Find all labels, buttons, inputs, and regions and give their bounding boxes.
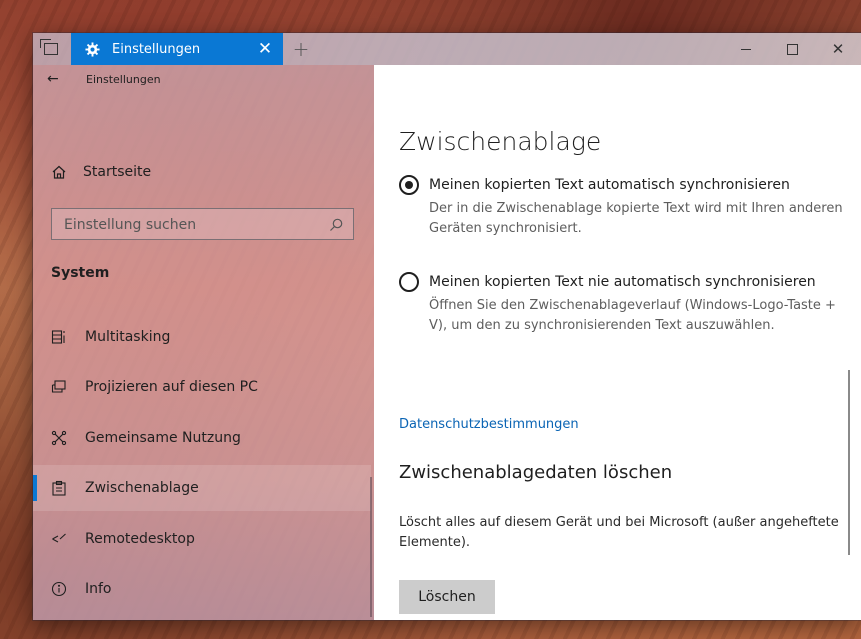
multitasking-icon xyxy=(50,328,68,346)
sidebar-item-clipboard[interactable]: Zwischenablage xyxy=(33,465,371,511)
sidebar: ← Einstellungen Startseite Sys xyxy=(33,65,374,620)
remote-desktop-icon xyxy=(50,530,68,548)
maximize-button[interactable] xyxy=(769,33,815,65)
clipboard-icon xyxy=(50,479,68,497)
radio-description: Der in die Zwischenablage kopierte Text … xyxy=(429,201,843,236)
sidebar-item-label: Projizieren auf diesen PC xyxy=(85,379,258,395)
sidebar-item-home[interactable]: Startseite xyxy=(33,159,374,185)
tab-title: Einstellungen xyxy=(112,41,201,57)
close-tab-button[interactable]: ✕ xyxy=(255,39,275,59)
back-arrow-icon[interactable]: ← xyxy=(47,71,61,87)
radio-description: Öffnen Sie den Zwischenablageverlauf (Wi… xyxy=(429,298,836,333)
window-title: Einstellungen xyxy=(86,72,161,86)
sidebar-item-multitasking[interactable]: Multitasking xyxy=(33,314,371,360)
project-icon xyxy=(50,378,68,396)
search-input[interactable] xyxy=(62,209,316,241)
task-view-button[interactable] xyxy=(33,33,69,65)
search-box xyxy=(51,208,354,241)
settings-window: Einstellungen ✕ + ✕ ← Einstellungen Star… xyxy=(33,33,861,620)
section-header: System xyxy=(51,265,110,281)
info-icon xyxy=(50,580,68,598)
close-icon: ✕ xyxy=(831,39,845,58)
gear-icon xyxy=(84,41,100,57)
sidebar-item-label: Startseite xyxy=(83,164,152,180)
task-view-icon xyxy=(40,39,58,55)
radio-label: Meinen kopierten Text automatisch synchr… xyxy=(429,177,790,193)
clear-button[interactable]: Löschen xyxy=(399,580,495,614)
sidebar-item-label: Info xyxy=(85,581,112,597)
radio-label: Meinen kopierten Text nie automatisch sy… xyxy=(429,274,816,290)
clear-data-heading: Zwischenablagedaten löschen xyxy=(399,462,673,483)
plus-icon: + xyxy=(292,37,310,61)
sidebar-scrollbar[interactable] xyxy=(370,477,372,617)
title-bar: Einstellungen ✕ + ✕ xyxy=(33,33,861,65)
sidebar-item-shared-experiences[interactable]: Gemeinsame Nutzung xyxy=(33,415,371,461)
sidebar-item-label: Multitasking xyxy=(85,329,171,345)
sidebar-item-remote-desktop[interactable]: Remotedesktop xyxy=(33,516,371,562)
clear-data-description: Löscht alles auf diesem Gerät und bei Mi… xyxy=(399,515,839,550)
sidebar-item-label: Gemeinsame Nutzung xyxy=(85,430,241,446)
sync-auto-option[interactable]: Meinen kopierten Text automatisch synchr… xyxy=(399,175,790,195)
sidebar-item-label: Remotedesktop xyxy=(85,531,195,547)
page-title: Zwischenablage xyxy=(399,127,602,156)
radio-checked-dot xyxy=(405,181,413,189)
sidebar-item-info[interactable]: Info xyxy=(33,566,371,612)
sync-never-option[interactable]: Meinen kopierten Text nie automatisch sy… xyxy=(399,272,816,292)
main-content: Zwischenablage Meinen kopierten Text aut… xyxy=(374,65,861,620)
sidebar-item-label: Zwischenablage xyxy=(85,480,199,496)
close-icon: ✕ xyxy=(257,39,273,59)
radio-sync-never[interactable] xyxy=(399,272,419,292)
privacy-link[interactable]: Datenschutzbestimmungen xyxy=(399,417,579,432)
search-icon[interactable] xyxy=(329,217,343,231)
sidebar-item-project[interactable]: Projizieren auf diesen PC xyxy=(33,364,371,410)
radio-sync-auto[interactable] xyxy=(399,175,419,195)
back-row: ← Einstellungen xyxy=(33,69,161,89)
new-tab-button[interactable]: + xyxy=(289,37,313,61)
maximize-icon xyxy=(786,43,798,55)
tab-settings[interactable]: Einstellungen ✕ xyxy=(71,33,283,65)
minimize-icon xyxy=(741,48,751,50)
share-icon xyxy=(50,429,68,447)
minimize-button[interactable] xyxy=(723,33,769,65)
close-window-button[interactable]: ✕ xyxy=(815,33,861,65)
main-scrollbar[interactable] xyxy=(848,370,850,555)
home-icon xyxy=(51,164,69,180)
